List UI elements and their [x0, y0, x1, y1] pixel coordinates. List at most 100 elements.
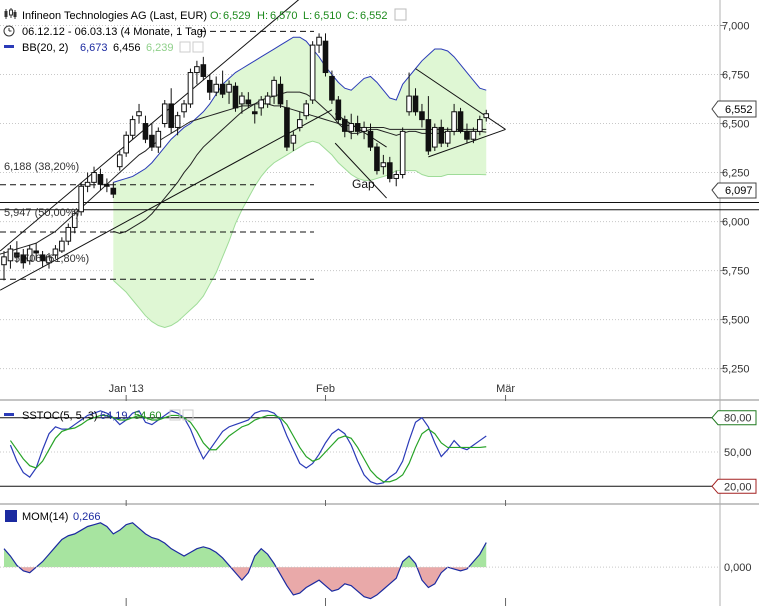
mom-label: MOM(14): [22, 511, 68, 523]
price-tick-label: 6,250: [722, 168, 750, 180]
candle-body-up: [84, 181, 91, 187]
gap-label: Gap: [352, 177, 375, 191]
candle-body-down: [425, 119, 432, 152]
bb-lower-value: 6,239: [146, 42, 174, 54]
mom-legend-swatch: [5, 510, 17, 522]
stoch-tick-label: 20,00: [724, 481, 752, 493]
candle-body-up: [239, 95, 245, 105]
fib-382-label: 6,188 (38,20%): [4, 161, 79, 173]
candle-body-up: [174, 115, 181, 128]
candle: [432, 123, 438, 151]
candle-body-up: [380, 162, 387, 168]
candle-body-down: [387, 162, 393, 179]
bb-middle-value: 6,456: [113, 42, 141, 54]
stoch-label: SSTOC(5, 5, 3): [22, 410, 98, 422]
candle-body-down: [374, 146, 380, 172]
stoch-tick-label: 50,00: [724, 447, 752, 459]
bb-upper-value: 6,673: [80, 42, 108, 54]
candle: [123, 131, 129, 157]
candle: [374, 143, 380, 175]
candle-body-up: [187, 72, 194, 105]
candle-body-up: [348, 123, 355, 132]
candle: [309, 41, 316, 104]
candle: [78, 182, 84, 216]
bb-label: BB(20, 2): [22, 42, 68, 54]
candle: [399, 127, 406, 179]
price-tick-label: 6,000: [722, 217, 750, 229]
mom-value: 0,266: [73, 511, 101, 523]
candle-body-down: [142, 123, 149, 140]
period-range: 06.12.12 - 06.03.13 (4 Monate, 1 Tag): [22, 26, 206, 38]
candle-body-down: [110, 187, 117, 195]
high-label: H:: [257, 10, 268, 22]
candle-body-up: [161, 103, 168, 125]
candle-body-down: [284, 107, 290, 148]
candle-body-up: [309, 44, 316, 101]
candle-body-down: [322, 40, 329, 74]
price-tick-label: 5,250: [722, 364, 750, 376]
candle-body-down: [277, 83, 284, 105]
candle-body-up: [258, 99, 264, 109]
candle-body-down: [168, 103, 174, 128]
candle-body-up: [296, 119, 303, 128]
candle-body-up: [483, 113, 490, 119]
candle-body-up: [477, 119, 483, 132]
candle-body-up: [290, 134, 297, 144]
price-tick-label: 5,500: [722, 315, 750, 327]
candle-body-down: [245, 99, 252, 105]
x-tick-label: Mär: [496, 383, 515, 395]
candle-body-up: [65, 226, 72, 242]
candle: [129, 115, 136, 140]
candle-body-up: [361, 126, 367, 132]
candle-body-up: [116, 154, 123, 168]
x-tick-label: Jan '13: [109, 383, 144, 395]
fib-500-label: 5,947 (50,00%): [4, 207, 79, 219]
close-value: 6,552: [360, 10, 388, 22]
candle-body-up: [129, 119, 136, 136]
fib-618-label: 5,706 (61,80%): [14, 253, 89, 265]
candle: [335, 96, 342, 124]
candle-body-down: [412, 95, 419, 113]
candle-body-up: [406, 95, 412, 113]
candle-body-up: [393, 174, 400, 179]
candle-body-down: [251, 111, 258, 115]
candle: [284, 100, 290, 151]
support-price-tag: 6,097: [711, 182, 757, 199]
close-label: C:: [347, 10, 358, 22]
candle-body-up: [213, 83, 219, 93]
candle-body-down: [457, 111, 464, 132]
candle-body-up: [78, 185, 84, 213]
candle-body-down: [329, 75, 335, 101]
candle-body-down: [438, 126, 445, 144]
stock-chart: 7,000 6,750 6,500 6,250 6,000 5,750 5,500 5,250…: [0, 0, 759, 606]
candle-body-down: [335, 99, 342, 121]
candle-body-down: [341, 119, 348, 132]
candle-body-down: [354, 123, 361, 132]
candle-body-up: [271, 79, 277, 97]
high-value: 6,570: [270, 10, 298, 22]
candle-body-up: [7, 248, 14, 262]
candle-body-up: [155, 130, 162, 148]
candle-body-down: [232, 85, 239, 109]
price-tick-label: 7,000: [722, 20, 750, 32]
candle-body-up: [59, 240, 65, 252]
candle-body-up: [91, 172, 97, 183]
last-price-tag-text: 6,552: [725, 104, 753, 116]
candle-body-up: [1, 256, 7, 266]
low-label: L:: [303, 10, 312, 22]
candle-body-up: [451, 111, 457, 132]
candle-body-down: [464, 130, 470, 140]
x-tick-label: Feb: [316, 383, 335, 395]
stoch-tick-label: 80,00: [724, 413, 752, 425]
candle-body-up: [226, 83, 232, 93]
candle-body-down: [104, 183, 110, 187]
candle-body-down: [367, 130, 374, 148]
support-price-tag-text: 6,097: [725, 185, 753, 197]
bb-legend-swatch: [4, 45, 14, 48]
candle-body-up: [303, 103, 310, 117]
stoch-legend-swatch: [4, 413, 14, 416]
candle-body-up: [181, 103, 187, 113]
candle: [232, 82, 239, 112]
candle: [187, 68, 194, 108]
candle-body-down: [206, 79, 213, 93]
